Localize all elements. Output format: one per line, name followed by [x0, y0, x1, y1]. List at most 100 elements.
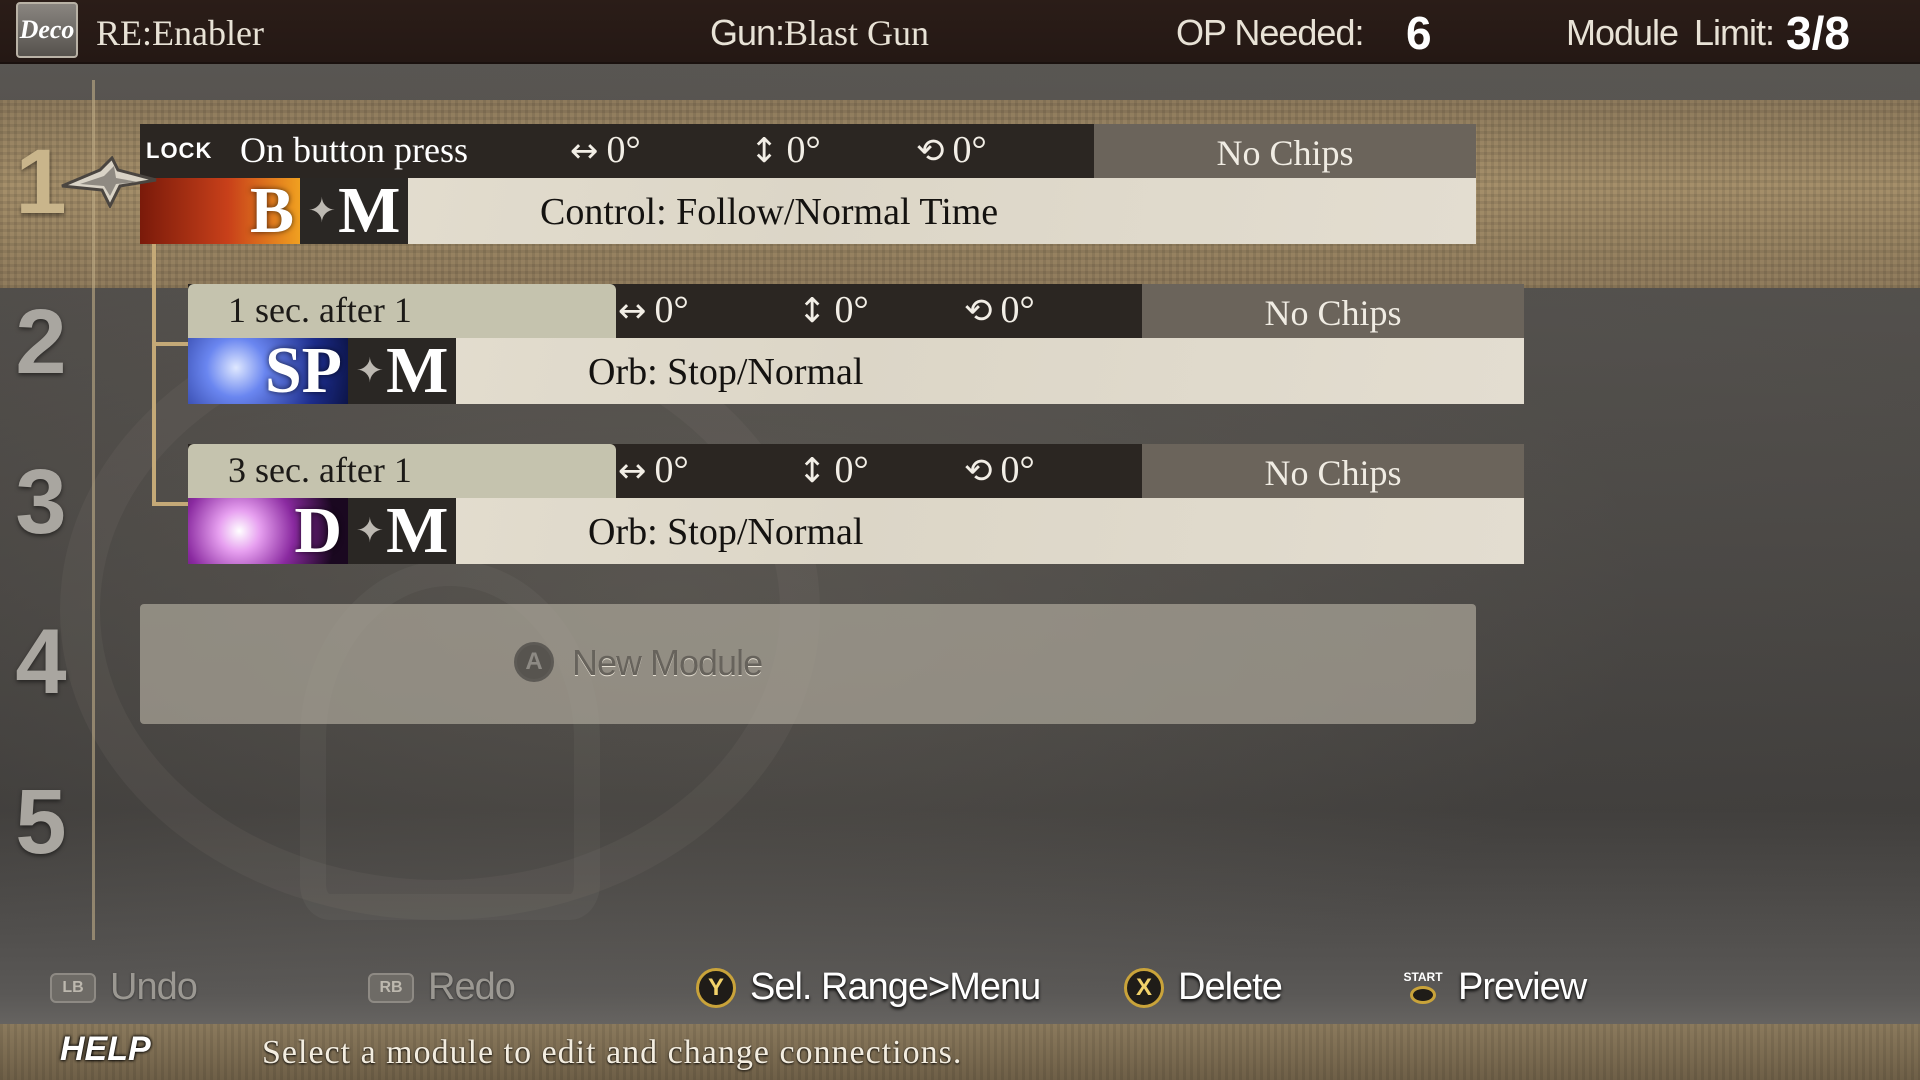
bullet-type-icon: B	[140, 174, 300, 247]
row-guide-line	[92, 80, 95, 940]
bullet-modifier-label: M	[386, 494, 449, 567]
module-1-description: Control: Follow/Normal Time	[540, 191, 999, 233]
module-1-vertical-angle[interactable]: ↕ 0°	[750, 128, 821, 172]
module-2-r-value: 0°	[1000, 289, 1035, 331]
bullet-modifier-label: M	[386, 334, 449, 407]
x-button-icon: X	[1124, 967, 1164, 1008]
module-2-chips[interactable]: No Chips	[1142, 284, 1524, 338]
delete-control[interactable]: X Delete	[1124, 966, 1283, 1009]
module-3[interactable]: 3 sec. after 1 ↔ 0° ↕ 0° ⟲ 0° No Chips D ✦ M…	[188, 444, 1524, 567]
row-number-2: 2	[15, 291, 67, 393]
row-number-5: 5	[15, 771, 67, 873]
module-1-trigger-label: On button press	[240, 130, 468, 170]
vertical-arrow-icon: ↕	[798, 291, 827, 331]
a-button-icon: A	[514, 642, 554, 682]
module-label: Module	[1566, 12, 1679, 53]
module-1-h-value: 0°	[606, 129, 641, 171]
module-1-r-value: 0°	[952, 129, 987, 171]
control-hints: LB Undo RB Redo Y Sel. Range>Menu X Dele…	[0, 960, 1920, 1024]
module-2-body: SP ✦ M Orb: Stop/Normal	[188, 334, 1524, 407]
y-button-icon: Y	[696, 967, 736, 1008]
bullet-modifier-icon: ✦ M	[300, 174, 408, 247]
undo-control[interactable]: LB Undo	[50, 966, 198, 1009]
module-1-trigger[interactable]: LOCK On button press	[140, 124, 570, 178]
redo-label: Redo	[428, 966, 516, 1008]
module-1[interactable]: LOCK On button press ↔ 0° ↕ 0° ⟲ 0° No Chip…	[140, 124, 1476, 247]
connection-line	[152, 240, 156, 506]
rotation-icon: ⟲	[964, 451, 993, 491]
module-3-horizontal-angle[interactable]: ↔ 0°	[618, 448, 689, 492]
connection-branch-3	[152, 502, 190, 506]
module-2-description: Orb: Stop/Normal	[588, 351, 864, 393]
module-3-chips[interactable]: No Chips	[1142, 444, 1524, 498]
gun-info: Gun:Blast Gun	[710, 12, 929, 54]
bullet-type-icon: SP	[188, 334, 348, 407]
delete-label: Delete	[1178, 966, 1283, 1008]
horizontal-arrow-icon: ↔	[618, 451, 647, 491]
module-limit-value: 3/8	[1786, 7, 1850, 59]
help-text: Select a module to edit and change conne…	[262, 1034, 963, 1071]
select-range-control[interactable]: Y Sel. Range>Menu	[696, 966, 1041, 1009]
module-3-rotation-angle[interactable]: ⟲ 0°	[964, 448, 1035, 492]
select-range-label: Sel. Range>Menu	[750, 966, 1041, 1008]
help-tag: HELP	[60, 1030, 151, 1068]
module-1-rotation-angle[interactable]: ⟲ 0°	[916, 128, 987, 172]
bullet-name: RE:Enabler	[96, 13, 264, 53]
help-bar: HELP Select a module to edit and change …	[0, 1024, 1920, 1080]
bullet-modifier-icon: ✦ M	[348, 334, 456, 407]
rotation-icon: ⟲	[916, 131, 945, 171]
rotation-icon: ⟲	[964, 291, 993, 331]
vertical-arrow-icon: ↕	[750, 131, 779, 171]
horizontal-arrow-icon: ↔	[570, 131, 599, 171]
preview-control[interactable]: START Preview	[1402, 966, 1587, 1009]
lb-button-icon: LB	[50, 972, 96, 1003]
module-3-r-value: 0°	[1000, 449, 1035, 491]
module-1-bullet-icon: B ✦ M	[140, 174, 408, 247]
bullet-type-icon: D	[188, 494, 348, 567]
connection-branch-2	[152, 342, 190, 346]
module-2-trigger[interactable]: 1 sec. after 1	[188, 284, 616, 338]
module-3-vertical-angle[interactable]: ↕ 0°	[798, 448, 869, 492]
bullet-modifier-icon: ✦ M	[348, 494, 456, 567]
module-2-bullet-icon: SP ✦ M	[188, 334, 456, 407]
module-2-horizontal-angle[interactable]: ↔ 0°	[618, 288, 689, 332]
row-number-4: 4	[15, 611, 67, 713]
gun-label: Gun:	[710, 12, 785, 53]
module-3-h-value: 0°	[654, 449, 689, 491]
star-icon: ✦	[355, 351, 385, 391]
module-2[interactable]: 1 sec. after 1 ↔ 0° ↕ 0° ⟲ 0° No Chips SP ✦…	[188, 284, 1524, 407]
module-3-v-value: 0°	[834, 449, 869, 491]
horizontal-arrow-icon: ↔	[618, 291, 647, 331]
module-3-description: Orb: Stop/Normal	[588, 511, 864, 553]
module-1-chips[interactable]: No Chips	[1094, 124, 1476, 178]
module-3-trigger[interactable]: 3 sec. after 1	[188, 444, 616, 498]
limit-label: Limit:	[1694, 12, 1775, 53]
undo-label: Undo	[110, 966, 198, 1008]
new-module-slot[interactable]: A New Module	[140, 604, 1476, 724]
new-module-label: New Module	[572, 642, 763, 683]
module-2-vertical-angle[interactable]: ↕ 0°	[798, 288, 869, 332]
start-button-label: START	[1403, 969, 1443, 984]
bullet-modifier-label: M	[338, 174, 401, 247]
module-2-rotation-angle[interactable]: ⟲ 0°	[964, 288, 1035, 332]
module-2-v-value: 0°	[834, 289, 869, 331]
op-needed-value: 6	[1406, 7, 1432, 59]
star-icon: ✦	[355, 511, 385, 551]
start-button-dot	[1410, 985, 1436, 1004]
rb-button-icon: RB	[368, 972, 414, 1003]
deco-badge[interactable]: Deco	[16, 2, 78, 58]
module-3-bullet-icon: D ✦ M	[188, 494, 456, 567]
top-bar: Deco RE:Enabler Gun:Blast Gun OP Needed:…	[0, 0, 1920, 64]
start-button-icon: START	[1402, 970, 1444, 1006]
op-needed-label: OP Needed:	[1176, 12, 1364, 53]
gun-value: Blast Gun	[784, 13, 930, 53]
module-2-h-value: 0°	[654, 289, 689, 331]
redo-control[interactable]: RB Redo	[368, 966, 516, 1009]
row-number-3: 3	[15, 451, 67, 553]
preview-label: Preview	[1458, 966, 1587, 1008]
module-1-body: B ✦ M Control: Follow/Normal Time	[140, 174, 1476, 247]
module-1-horizontal-angle[interactable]: ↔ 0°	[570, 128, 641, 172]
star-icon: ✦	[307, 191, 337, 231]
selection-cursor-icon	[61, 156, 157, 208]
module-3-body: D ✦ M Orb: Stop/Normal	[188, 494, 1524, 567]
